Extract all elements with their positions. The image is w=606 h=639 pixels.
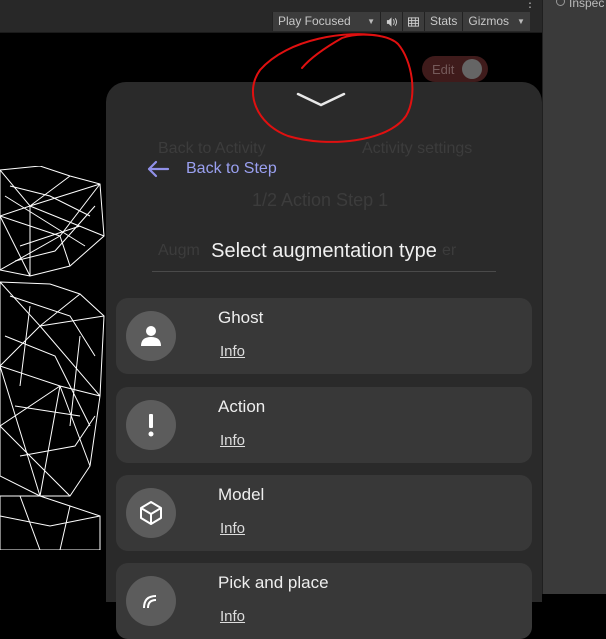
title-divider [152, 271, 496, 272]
wireframe-mesh [0, 166, 105, 550]
pick-place-icon [126, 576, 176, 626]
augmentation-item-ghost[interactable]: Ghost Info [116, 298, 532, 374]
grid-icon [408, 16, 419, 27]
annotation-circle [251, 33, 414, 143]
toolbar-controls: Play Focused ▼ Stats Gizmos ▼ [272, 12, 530, 31]
info-link[interactable]: Info [220, 520, 245, 537]
game-view-toolbar: ⋮ Play Focused ▼ Stats Gizmos ▼ [0, 0, 542, 33]
speaker-icon [386, 16, 397, 27]
dropdown-arrow-icon: ▼ [517, 17, 525, 26]
inspector-panel: Inspec [542, 0, 606, 594]
cube-icon [126, 488, 176, 538]
augmentation-item-pick-and-place[interactable]: Pick and place Info [116, 563, 532, 639]
augmentation-name: Action [218, 397, 266, 416]
augmentation-name: Ghost [218, 308, 264, 327]
stats-button[interactable]: Stats [424, 12, 463, 31]
grid-toggle-button[interactable] [402, 12, 424, 31]
gizmos-button[interactable]: Gizmos ▼ [462, 12, 530, 31]
info-link[interactable]: Info [220, 608, 245, 625]
toggle-knob [462, 59, 482, 79]
back-to-step-label: Back to Step [186, 160, 277, 177]
edit-toggle[interactable]: Edit [422, 56, 488, 82]
info-link[interactable]: Info [220, 343, 245, 360]
step-title-label: 1/2 Action Step 1 [252, 190, 389, 210]
person-icon [126, 311, 176, 361]
inspector-tab-label[interactable]: Inspec [569, 0, 604, 10]
dialog-title: Select augmentation type [211, 240, 437, 262]
gizmos-label: Gizmos [468, 14, 510, 28]
inspector-tab-icon [556, 0, 565, 6]
augmentation-name: Pick and place [218, 573, 329, 592]
dropdown-arrow-icon: ▼ [367, 17, 375, 26]
back-to-step-button[interactable]: Back to Step [146, 160, 277, 178]
edit-toggle-label: Edit [432, 62, 455, 77]
augmentation-item-model[interactable]: Model Info [116, 475, 532, 551]
arrow-left-icon [147, 160, 170, 178]
play-mode-dropdown[interactable]: Play Focused ▼ [272, 12, 380, 31]
more-options-icon[interactable]: ⋮ [524, 0, 536, 10]
info-link[interactable]: Info [220, 432, 245, 449]
augmentation-item-action[interactable]: Action Info [116, 387, 532, 463]
exclamation-icon [126, 400, 176, 450]
audio-mute-button[interactable] [380, 12, 402, 31]
play-mode-label: Play Focused [278, 14, 351, 28]
augmentation-name: Model [218, 485, 265, 504]
